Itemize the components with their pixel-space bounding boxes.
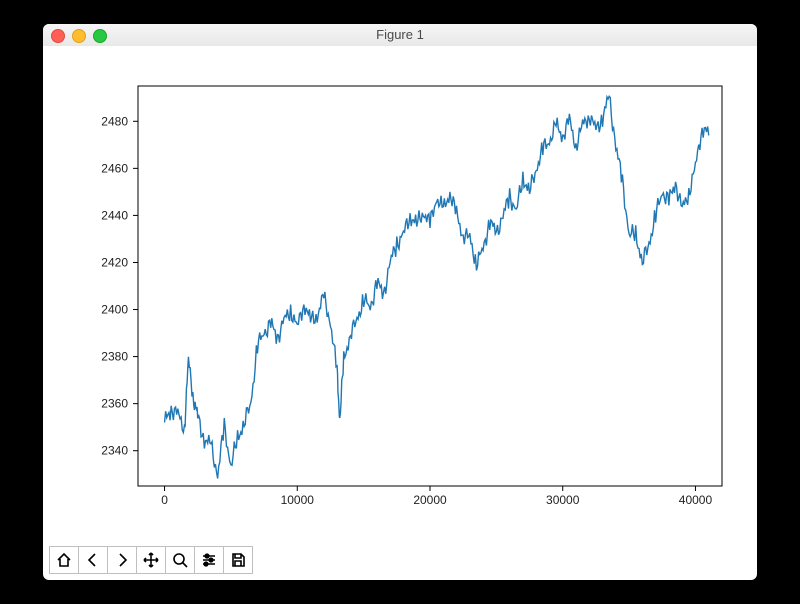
figure-window: Figure 1 0 10000 20000 30000 40000 2340 2360 2… [43, 24, 757, 580]
pan-icon [143, 552, 159, 568]
y-tick-label: 2420 [101, 255, 128, 269]
x-tick-label: 30000 [546, 493, 580, 507]
x-tick-label: 40000 [679, 493, 713, 507]
toolbar-home-button[interactable] [49, 546, 79, 574]
toolbar-pan-button[interactable] [136, 546, 166, 574]
save-icon [230, 552, 246, 568]
y-tick-label: 2360 [101, 397, 128, 411]
forward-icon [114, 552, 130, 568]
y-tick-label: 2340 [101, 444, 128, 458]
toolbar-zoom-button[interactable] [165, 546, 195, 574]
toolbar-configure-button[interactable] [194, 546, 224, 574]
y-tick-label: 2400 [101, 303, 128, 317]
window-title: Figure 1 [43, 24, 757, 46]
line-series [165, 96, 709, 478]
x-tick-label: 10000 [281, 493, 315, 507]
toolbar-save-button[interactable] [223, 546, 253, 574]
x-tick-label: 20000 [413, 493, 447, 507]
y-tick-label: 2460 [101, 161, 128, 175]
toolbar-back-button[interactable] [78, 546, 108, 574]
back-icon [85, 552, 101, 568]
y-tick-label: 2480 [101, 114, 128, 128]
y-tick-label: 2440 [101, 208, 128, 222]
zoom-window-icon[interactable] [93, 29, 107, 43]
home-icon [56, 552, 72, 568]
configure-icon [201, 552, 217, 568]
zoom-icon [172, 552, 188, 568]
x-tick-label: 0 [161, 493, 168, 507]
minimize-icon[interactable] [72, 29, 86, 43]
plot-canvas[interactable]: 0 10000 20000 30000 40000 2340 2360 2380 2400 24… [43, 46, 757, 546]
toolbar-forward-button[interactable] [107, 546, 137, 574]
close-icon[interactable] [51, 29, 65, 43]
y-tick-label: 2380 [101, 350, 128, 364]
matplotlib-toolbar [49, 546, 252, 574]
chart: 0 10000 20000 30000 40000 2340 2360 2380 2400 24… [43, 46, 757, 546]
window-controls [51, 29, 107, 43]
titlebar: Figure 1 [43, 24, 757, 47]
